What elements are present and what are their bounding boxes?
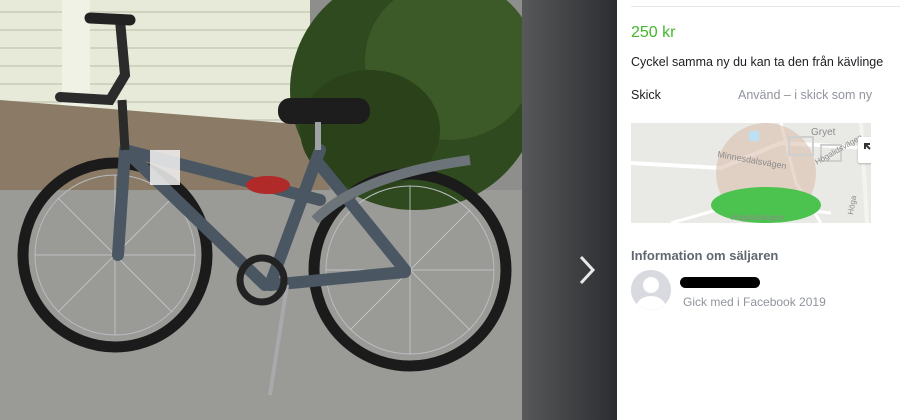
seller-name-redacted[interactable] bbox=[680, 277, 760, 288]
listing-price: 250 kr bbox=[631, 24, 676, 41]
expand-map-button[interactable] bbox=[858, 137, 871, 163]
listing-details-panel: 250 kr Cyckel samma ny du kan ta den frå… bbox=[617, 0, 906, 420]
divider bbox=[631, 6, 900, 7]
seller-avatar[interactable] bbox=[631, 270, 671, 310]
chevron-right-icon bbox=[579, 255, 596, 285]
next-photo-button[interactable] bbox=[567, 245, 607, 295]
expand-icon bbox=[864, 143, 871, 150]
listing-photo bbox=[0, 0, 617, 420]
seller-section-title: Information om säljaren bbox=[631, 248, 779, 263]
location-map[interactable]: Gryet Minnesdalsvägen Högalidsvägen Höga… bbox=[631, 123, 871, 223]
map-label-gryet: Gryet bbox=[811, 127, 836, 138]
default-avatar-icon bbox=[631, 270, 671, 310]
condition-label: Skick bbox=[631, 88, 661, 102]
listing-description: Cyckel samma ny du kan ta den från kävli… bbox=[631, 55, 884, 69]
map-graphic: Gryet Minnesdalsvägen Högalidsvägen Höga… bbox=[631, 123, 871, 223]
condition-value: Använd – i skick som ny bbox=[738, 88, 873, 102]
bicycle-photo bbox=[0, 0, 617, 420]
map-label-hogalidskogen: Högalidskogen bbox=[731, 213, 784, 222]
seller-joined: Gick med i Facebook 2019 bbox=[683, 295, 826, 309]
